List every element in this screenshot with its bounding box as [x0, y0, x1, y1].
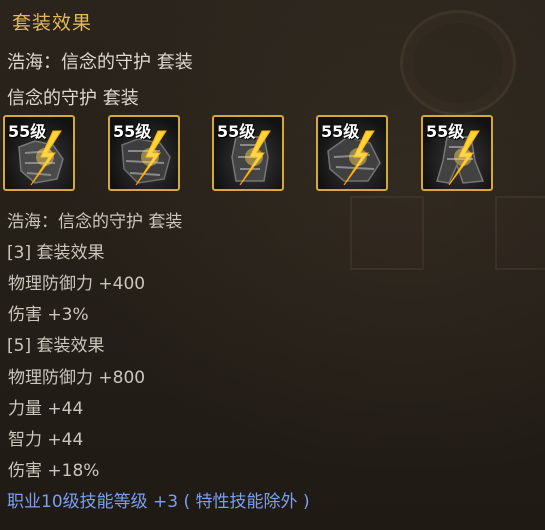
item-level-label: 55级	[426, 122, 465, 141]
item-level-label: 55级	[321, 122, 360, 141]
item-level-label: 55级	[217, 122, 256, 141]
detail-set-name: 浩海：信念的守护 套装	[7, 212, 183, 232]
set-item-slot[interactable]: 55级	[108, 115, 180, 191]
tier5-stat: 智力 +44	[8, 430, 84, 450]
item-level-label: 55级	[8, 122, 47, 141]
tooltip-title: 套装效果	[12, 12, 93, 34]
tier3-stat: 物理防御力 +400	[8, 274, 146, 294]
tier5-stat: 物理防御力 +800	[8, 368, 146, 388]
set-name: 信念的守护 套装	[7, 88, 139, 109]
set-item-slots: 55级 55级 55级 55级 55级	[0, 115, 545, 195]
tier3-header: [3] 套装效果	[7, 243, 105, 263]
background-slot	[495, 196, 545, 270]
set-item-slot[interactable]: 55级	[212, 115, 284, 191]
background-slot	[350, 196, 424, 270]
set-item-slot[interactable]: 55级	[316, 115, 388, 191]
item-level-label: 55级	[113, 122, 152, 141]
tier5-stat: 力量 +44	[8, 399, 84, 419]
set-effect-tooltip: 套装效果 浩海：信念的守护 套装 信念的守护 套装 55级 55级 55级 55…	[0, 0, 545, 530]
set-full-name: 浩海：信念的守护 套装	[7, 52, 193, 73]
background-emblem-icon	[400, 10, 516, 116]
tier5-stat: 伤害 +18%	[8, 461, 100, 481]
set-item-slot[interactable]: 55级	[3, 115, 75, 191]
tier5-header: [5] 套装效果	[7, 336, 105, 356]
set-item-slot[interactable]: 55级	[421, 115, 493, 191]
special-bonus: 职业10级技能等级 +3 ( 特性技能除外 )	[7, 492, 310, 512]
tier3-stat: 伤害 +3%	[8, 305, 89, 325]
